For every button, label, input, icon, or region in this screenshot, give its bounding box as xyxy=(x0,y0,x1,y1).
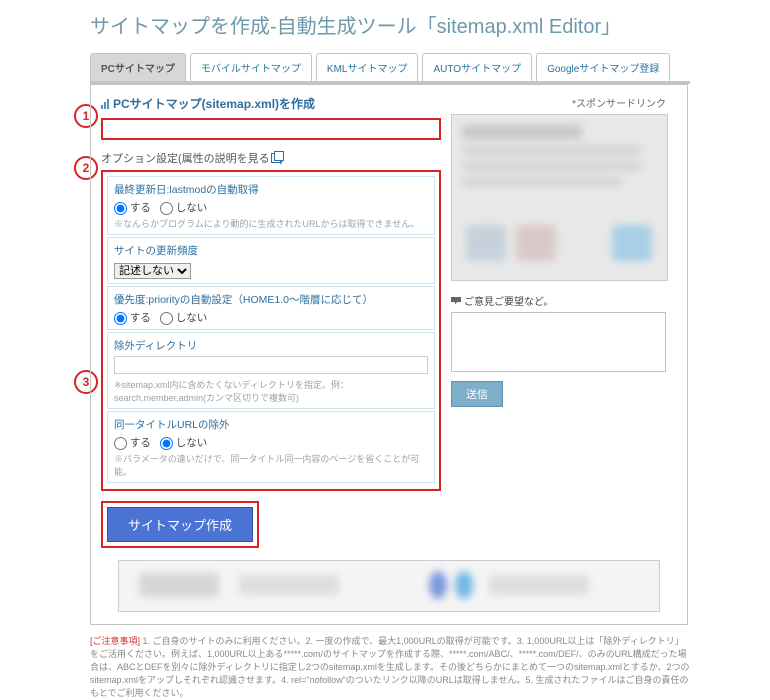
section-title-text: PCサイトマップ(sitemap.xml)を作成 xyxy=(113,95,315,112)
disclaimer-warn: [ご注意事項] xyxy=(90,636,140,646)
opt-sametitle-yes[interactable]: する xyxy=(114,437,151,449)
options-group: 最終更新日:lastmodの自動取得 する しない ※なんらかプログラムにより動… xyxy=(101,170,441,491)
disclaimer: [ご注意事項] 1. ご自身のサイトのみに利用ください。2. 一度の作成で、最大… xyxy=(90,635,690,700)
sponsor-label: *スポンサードリンク xyxy=(451,95,666,110)
opt-sametitle-title: 同一タイトルURLの除外 xyxy=(114,417,428,432)
opt-priority-yes[interactable]: する xyxy=(114,312,151,324)
section-title: PCサイトマップ(sitemap.xml)を作成 xyxy=(101,95,441,112)
opt-priority-no[interactable]: しない xyxy=(160,312,207,324)
create-sitemap-button[interactable]: サイトマップ作成 xyxy=(107,507,253,542)
tab-google-register[interactable]: Googleサイトマップ登録 xyxy=(536,53,670,81)
opt-sametitle: 同一タイトルURLの除外 する しない ※パラメータの違いだけで、同一タイトル同… xyxy=(107,411,435,483)
feedback-textarea[interactable] xyxy=(451,312,666,372)
opt-sametitle-note: ※パラメータの違いだけで、同一タイトル同一内容のページを省くことが可能。 xyxy=(114,452,428,478)
opt-lastmod-yes[interactable]: する xyxy=(114,202,151,214)
tabs: PCサイトマップ モバイルサイトマップ KMLサイトマップ AUTOサイトマップ… xyxy=(90,53,690,84)
bottom-ad xyxy=(118,560,660,612)
opt-changefreq: サイトの更新頻度 記述しない xyxy=(107,237,435,284)
url-input-box xyxy=(101,118,441,140)
tab-mobile-sitemap[interactable]: モバイルサイトマップ xyxy=(190,53,312,81)
opt-lastmod: 最終更新日:lastmodの自動取得 する しない ※なんらかプログラムにより動… xyxy=(107,176,435,235)
sidebar-ad xyxy=(451,114,668,281)
main-panel: PCサイトマップ(sitemap.xml)を作成 オプション設定(属性の説明を見… xyxy=(90,84,688,625)
opt-lastmod-title: 最終更新日:lastmodの自動取得 xyxy=(114,182,428,197)
submit-box: サイトマップ作成 xyxy=(101,501,259,548)
changefreq-select[interactable]: 記述しない xyxy=(114,263,191,279)
opt-priority-title: 優先度:priorityの自動設定（HOME1.0～階層に応じて） xyxy=(114,292,428,307)
opt-lastmod-no[interactable]: しない xyxy=(160,202,207,214)
disclaimer-body: 1. ご自身のサイトのみに利用ください。2. 一度の作成で、最大1,000URL… xyxy=(90,636,690,698)
page-title: サイトマップを作成-自動生成ツール「sitemap.xml Editor」 xyxy=(90,10,770,39)
opt-exclude: 除外ディレクトリ ※sitemap.xml内に含めたくないディレクトリを指定。例… xyxy=(107,332,435,409)
exclude-input[interactable] xyxy=(114,356,428,374)
send-feedback-button[interactable]: 送信 xyxy=(451,381,503,407)
external-link-icon xyxy=(271,153,281,163)
opt-exclude-note: ※sitemap.xml内に含めたくないディレクトリを指定。例：search,m… xyxy=(114,378,428,404)
tab-auto-sitemap[interactable]: AUTOサイトマップ xyxy=(422,53,532,81)
opt-sametitle-no[interactable]: しない xyxy=(160,437,207,449)
tab-kml-sitemap[interactable]: KMLサイトマップ xyxy=(316,53,419,81)
tab-pc-sitemap[interactable]: PCサイトマップ xyxy=(90,53,186,81)
opt-lastmod-note: ※なんらかプログラムにより動的に生成されたURLからは取得できません。 xyxy=(114,217,428,230)
opt-changefreq-title: サイトの更新頻度 xyxy=(114,243,428,258)
feedback-title: ご意見ご要望など。 xyxy=(451,293,666,308)
sitemap-icon xyxy=(101,99,109,109)
url-input[interactable] xyxy=(103,120,439,138)
opt-priority: 優先度:priorityの自動設定（HOME1.0～階層に応じて） する しない xyxy=(107,286,435,330)
opt-exclude-title: 除外ディレクトリ xyxy=(114,338,428,353)
options-heading: オプション設定(属性の説明を見る) xyxy=(101,150,441,166)
attr-help-link[interactable] xyxy=(270,153,280,165)
